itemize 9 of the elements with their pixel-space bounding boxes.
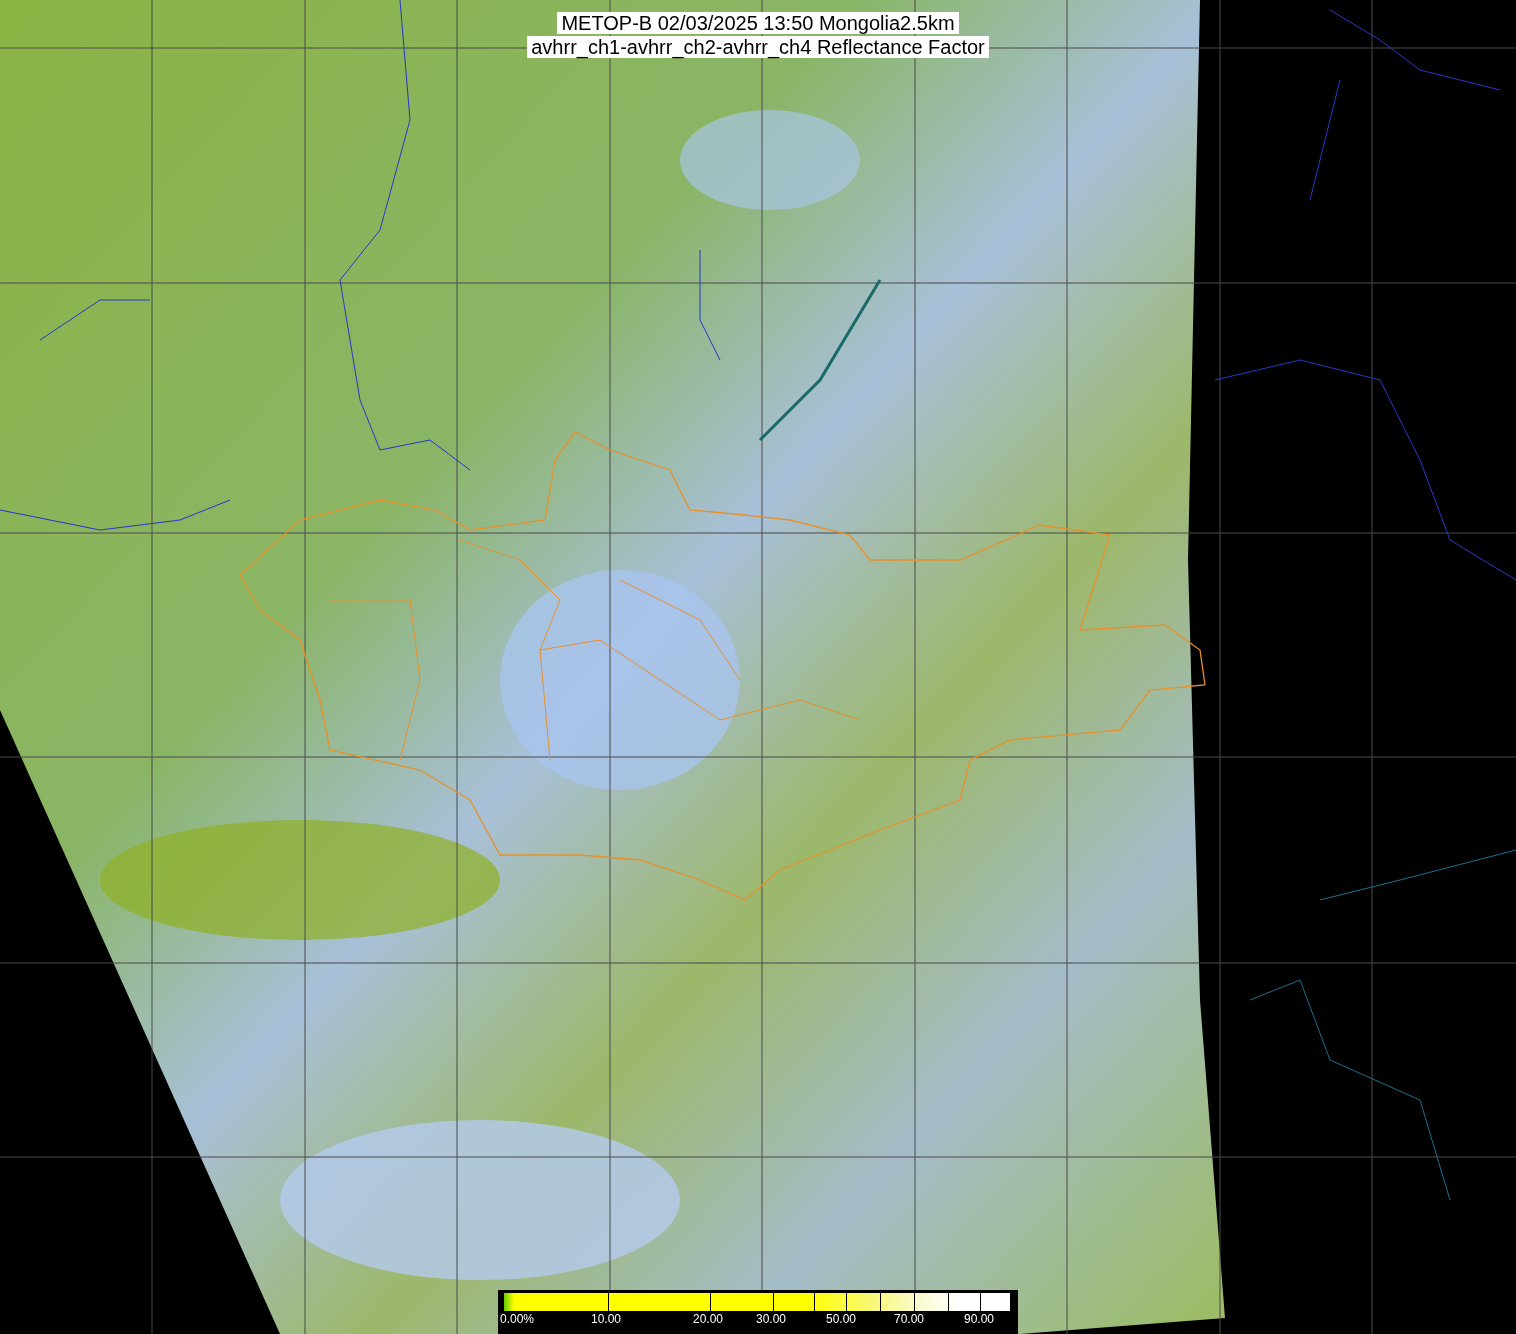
scale-label: 50.00 <box>826 1312 857 1326</box>
scale-label: 70.00 <box>894 1312 925 1326</box>
scale-label: 10.00 <box>591 1312 622 1326</box>
scale-label: 20.00 <box>693 1312 724 1326</box>
map-title: METOP-B 02/03/2025 13:50 Mongolia2.5km <box>557 12 959 34</box>
map-title: avhrr_ch1-avhrr_ch2-avhrr_ch4 Reflectance Factor <box>527 36 989 58</box>
scale-label: 0.00% <box>500 1312 535 1326</box>
scale-label: 30.00 <box>756 1312 787 1326</box>
scale-label: 90.00 <box>964 1312 995 1326</box>
